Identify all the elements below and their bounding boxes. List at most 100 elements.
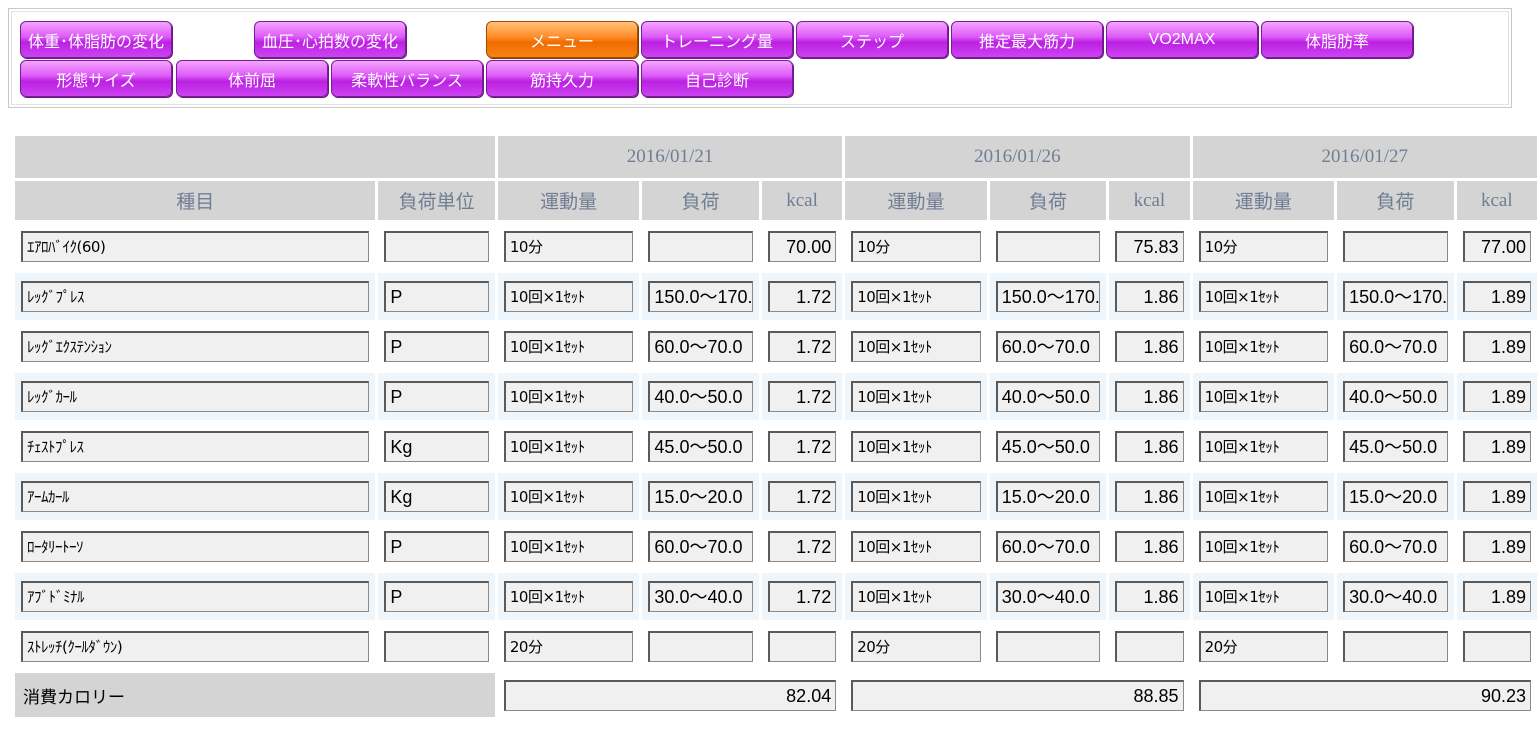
exercise-name-field[interactable]: ﾚｯｸﾞﾌﾟﾚｽ bbox=[21, 281, 370, 312]
kcal-field[interactable]: 1.86 bbox=[1115, 331, 1184, 362]
tab-training-volume[interactable]: トレーニング量 bbox=[641, 21, 793, 58]
amount-field[interactable]: 10回×1ｾｯﾄ bbox=[1198, 431, 1329, 462]
load-field[interactable]: 30.0～40.0 bbox=[1343, 581, 1448, 612]
exercise-name-field[interactable]: ｽﾄﾚｯﾁ(ｸｰﾙﾀﾞｳﾝ) bbox=[21, 631, 370, 662]
tab-forward-bend[interactable]: 体前屈 bbox=[176, 60, 328, 97]
amount-field[interactable]: 10回×1ｾｯﾄ bbox=[503, 431, 634, 462]
load-field[interactable]: 60.0～70.0 bbox=[995, 331, 1101, 362]
load-field[interactable]: 40.0～50.0 bbox=[648, 381, 753, 412]
tab-muscle-endurance[interactable]: 筋持久力 bbox=[486, 60, 638, 97]
exercise-name-field[interactable]: ｴｱﾛﾊﾞｲｸ(60) bbox=[21, 231, 370, 262]
tab-flexibility-balance[interactable]: 柔軟性バランス bbox=[331, 60, 483, 97]
exercise-name-field[interactable]: ﾚｯｸﾞｶｰﾙ bbox=[21, 381, 370, 412]
tab-blood-pressure-heart-rate[interactable]: 血圧･心拍数の変化 bbox=[254, 21, 406, 58]
amount-field[interactable]: 20分 bbox=[503, 631, 634, 662]
tab-body-size[interactable]: 形態サイズ bbox=[20, 60, 172, 97]
load-field[interactable]: 60.0～70.0 bbox=[1343, 531, 1448, 562]
amount-field[interactable]: 10回×1ｾｯﾄ bbox=[1198, 531, 1329, 562]
load-field[interactable] bbox=[995, 631, 1101, 662]
load-field[interactable] bbox=[648, 631, 753, 662]
kcal-field[interactable]: 77.00 bbox=[1462, 231, 1531, 262]
amount-field[interactable]: 10回×1ｾｯﾄ bbox=[503, 331, 634, 362]
load-field[interactable]: 45.0～50.0 bbox=[1343, 431, 1448, 462]
amount-field[interactable]: 10回×1ｾｯﾄ bbox=[1198, 581, 1329, 612]
load-field[interactable]: 40.0～50.0 bbox=[1343, 381, 1448, 412]
amount-field[interactable]: 10回×1ｾｯﾄ bbox=[1198, 331, 1329, 362]
amount-field[interactable]: 10回×1ｾｯﾄ bbox=[851, 381, 981, 412]
kcal-field[interactable]: 1.89 bbox=[1462, 331, 1531, 362]
tab-body-fat-rate[interactable]: 体脂肪率 bbox=[1261, 21, 1413, 58]
exercise-name-field[interactable]: ｱｰﾑｶｰﾙ bbox=[21, 481, 370, 512]
total-calories-field[interactable]: 82.04 bbox=[503, 680, 837, 711]
kcal-field[interactable]: 1.89 bbox=[1462, 381, 1531, 412]
kcal-field[interactable] bbox=[1115, 631, 1184, 662]
load-unit-field[interactable]: P bbox=[384, 281, 489, 312]
kcal-field[interactable]: 1.86 bbox=[1115, 581, 1184, 612]
amount-field[interactable]: 20分 bbox=[851, 631, 981, 662]
load-field[interactable]: 15.0～20.0 bbox=[995, 481, 1101, 512]
kcal-field[interactable]: 1.86 bbox=[1115, 481, 1184, 512]
load-field[interactable] bbox=[648, 231, 753, 262]
load-unit-field[interactable]: P bbox=[384, 381, 489, 412]
amount-field[interactable]: 10回×1ｾｯﾄ bbox=[851, 531, 981, 562]
kcal-field[interactable]: 1.72 bbox=[767, 481, 837, 512]
amount-field[interactable]: 10回×1ｾｯﾄ bbox=[503, 581, 634, 612]
load-field[interactable]: 60.0～70.0 bbox=[648, 331, 753, 362]
load-unit-field[interactable]: P bbox=[384, 581, 489, 612]
exercise-name-field[interactable]: ｱﾌﾞﾄﾞﾐﾅﾙ bbox=[21, 581, 370, 612]
total-calories-field[interactable]: 88.85 bbox=[851, 680, 1184, 711]
amount-field[interactable]: 10回×1ｾｯﾄ bbox=[851, 431, 981, 462]
kcal-field[interactable]: 1.89 bbox=[1462, 281, 1531, 312]
amount-field[interactable]: 10分 bbox=[1198, 231, 1329, 262]
tab-vo2max[interactable]: VO2MAX bbox=[1106, 21, 1258, 58]
kcal-field[interactable]: 75.83 bbox=[1115, 231, 1184, 262]
exercise-name-field[interactable]: ﾚｯｸﾞｴｸｽﾃﾝｼｮﾝ bbox=[21, 331, 370, 362]
load-field[interactable]: 15.0～20.0 bbox=[1343, 481, 1448, 512]
tab-menu[interactable]: メニュー bbox=[486, 21, 638, 58]
amount-field[interactable]: 10回×1ｾｯﾄ bbox=[503, 531, 634, 562]
load-field[interactable]: 45.0～50.0 bbox=[648, 431, 753, 462]
load-field[interactable]: 60.0～70.0 bbox=[648, 531, 753, 562]
load-field[interactable] bbox=[1343, 631, 1448, 662]
load-field[interactable]: 45.0～50.0 bbox=[995, 431, 1101, 462]
kcal-field[interactable]: 1.72 bbox=[767, 381, 837, 412]
load-field[interactable] bbox=[995, 231, 1101, 262]
tab-estimated-max-strength[interactable]: 推定最大筋力 bbox=[951, 21, 1103, 58]
tab-step[interactable]: ステップ bbox=[796, 21, 948, 58]
load-unit-field[interactable] bbox=[384, 231, 489, 262]
kcal-field[interactable]: 1.86 bbox=[1115, 381, 1184, 412]
kcal-field[interactable]: 1.72 bbox=[767, 281, 837, 312]
tab-self-diagnosis[interactable]: 自己診断 bbox=[641, 60, 793, 97]
amount-field[interactable]: 10回×1ｾｯﾄ bbox=[503, 281, 634, 312]
amount-field[interactable]: 20分 bbox=[1198, 631, 1329, 662]
kcal-field[interactable]: 1.72 bbox=[767, 431, 837, 462]
amount-field[interactable]: 10回×1ｾｯﾄ bbox=[1198, 481, 1329, 512]
amount-field[interactable]: 10回×1ｾｯﾄ bbox=[1198, 381, 1329, 412]
total-calories-field[interactable]: 90.23 bbox=[1198, 680, 1531, 711]
kcal-field[interactable]: 1.72 bbox=[767, 531, 837, 562]
kcal-field[interactable]: 70.00 bbox=[767, 231, 837, 262]
load-unit-field[interactable]: Kg bbox=[384, 481, 489, 512]
load-field[interactable]: 150.0～170.0 bbox=[648, 281, 753, 312]
amount-field[interactable]: 10分 bbox=[503, 231, 634, 262]
load-field[interactable]: 30.0～40.0 bbox=[995, 581, 1101, 612]
kcal-field[interactable] bbox=[1462, 631, 1531, 662]
load-unit-field[interactable]: P bbox=[384, 331, 489, 362]
load-field[interactable]: 60.0～70.0 bbox=[1343, 331, 1448, 362]
load-field[interactable]: 30.0～40.0 bbox=[648, 581, 753, 612]
amount-field[interactable]: 10分 bbox=[851, 231, 981, 262]
kcal-field[interactable] bbox=[767, 631, 837, 662]
load-unit-field[interactable] bbox=[384, 631, 489, 662]
amount-field[interactable]: 10回×1ｾｯﾄ bbox=[503, 381, 634, 412]
load-field[interactable] bbox=[1343, 231, 1448, 262]
kcal-field[interactable]: 1.89 bbox=[1462, 431, 1531, 462]
exercise-name-field[interactable]: ﾛｰﾀﾘｰﾄｰｿ bbox=[21, 531, 370, 562]
kcal-field[interactable]: 1.72 bbox=[767, 331, 837, 362]
amount-field[interactable]: 10回×1ｾｯﾄ bbox=[851, 331, 981, 362]
amount-field[interactable]: 10回×1ｾｯﾄ bbox=[851, 581, 981, 612]
kcal-field[interactable]: 1.89 bbox=[1462, 481, 1531, 512]
load-unit-field[interactable]: Kg bbox=[384, 431, 489, 462]
kcal-field[interactable]: 1.89 bbox=[1462, 581, 1531, 612]
load-field[interactable]: 40.0～50.0 bbox=[995, 381, 1101, 412]
amount-field[interactable]: 10回×1ｾｯﾄ bbox=[851, 481, 981, 512]
